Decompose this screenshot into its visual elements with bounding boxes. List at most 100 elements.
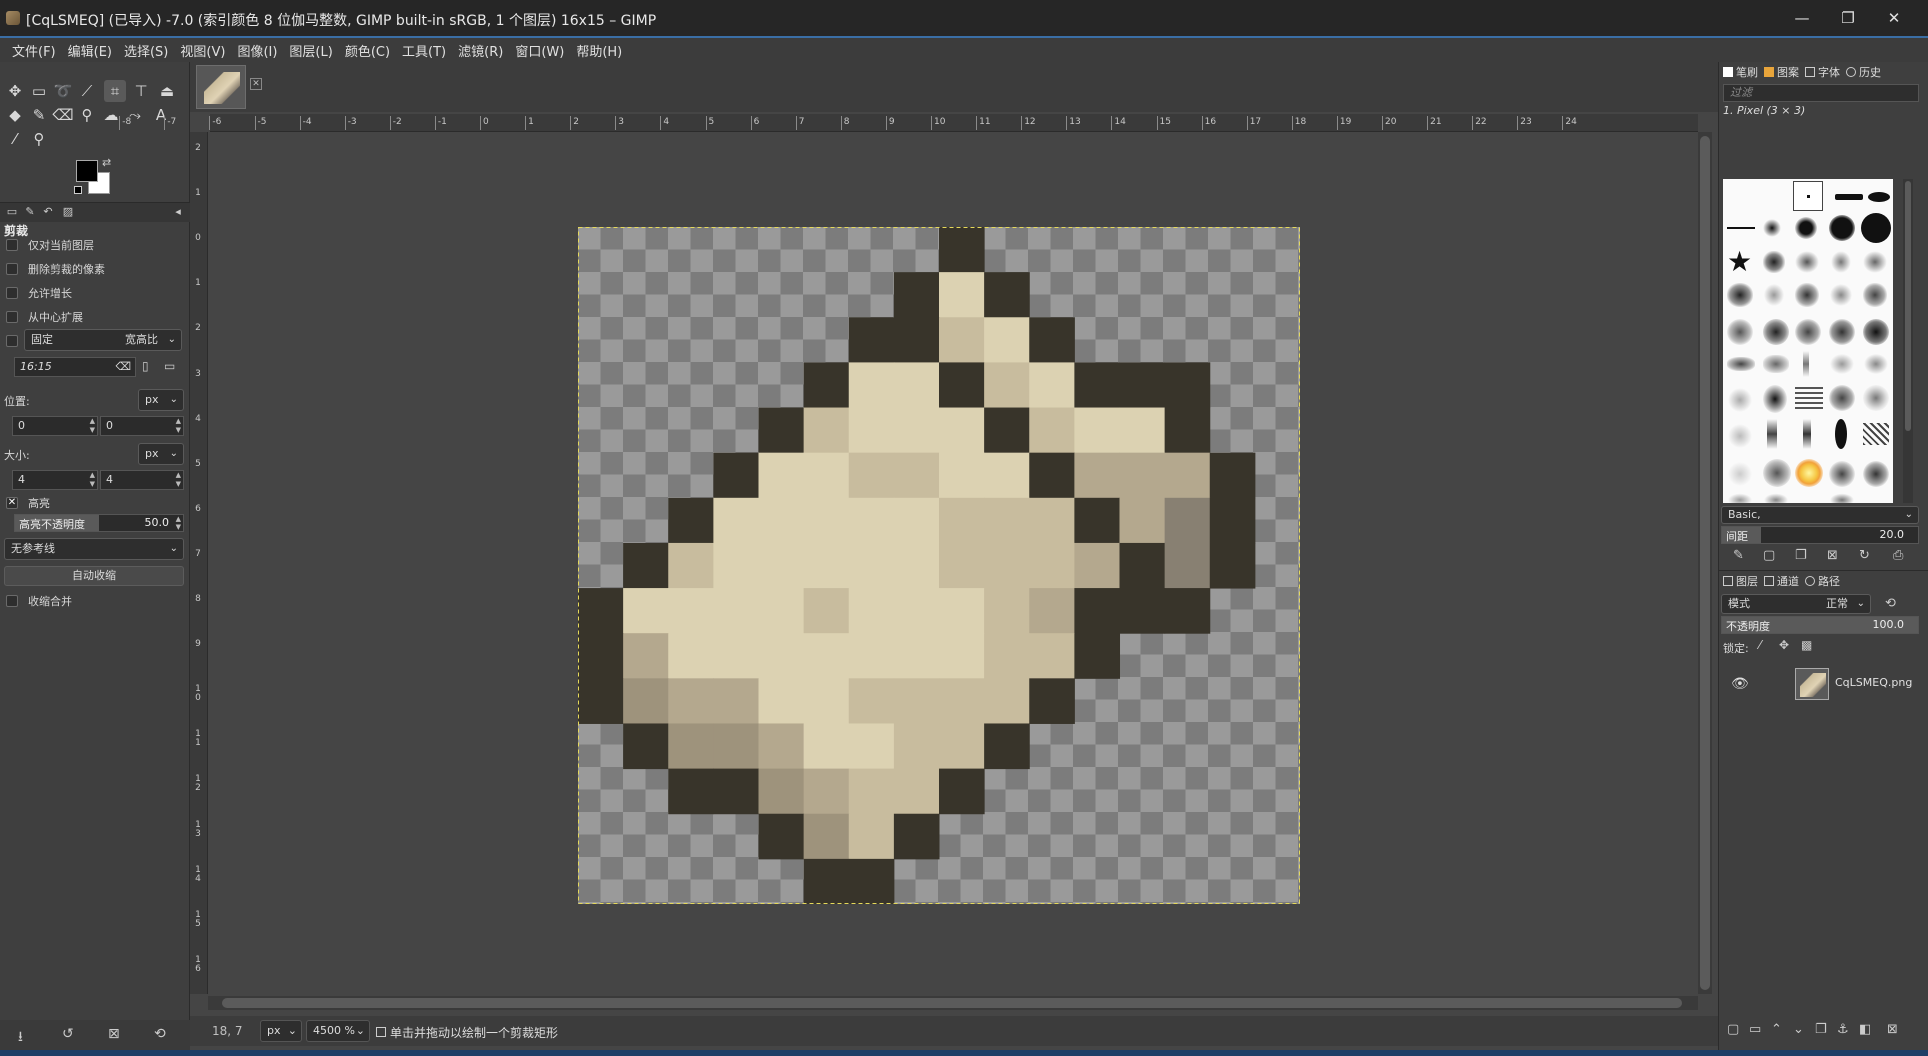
shrink-merged-option[interactable]: 收缩合并 bbox=[6, 592, 72, 610]
menu-tools[interactable]: 工具(T) bbox=[396, 41, 452, 60]
brush-splatter[interactable] bbox=[1763, 251, 1785, 273]
lock-position-icon[interactable]: ✥ bbox=[1779, 638, 1789, 652]
tab-layers[interactable]: 图层 bbox=[1723, 573, 1758, 589]
brush-texture[interactable] bbox=[1795, 251, 1819, 273]
minimize-button[interactable]: — bbox=[1780, 4, 1824, 32]
brush-speckle[interactable] bbox=[1763, 459, 1791, 487]
menu-select[interactable]: 选择(S) bbox=[118, 41, 174, 60]
brush-sponge[interactable] bbox=[1763, 319, 1789, 345]
swap-colors-icon[interactable]: ⇄ bbox=[102, 156, 111, 169]
tab-channels[interactable]: 通道 bbox=[1764, 573, 1799, 589]
composite-mode-icon[interactable]: ⟲ bbox=[1885, 596, 1896, 611]
image-canvas[interactable] bbox=[578, 227, 1300, 904]
brush-grunge[interactable] bbox=[1727, 283, 1753, 307]
brush-charcoal[interactable] bbox=[1863, 353, 1889, 375]
tab-fonts[interactable]: 字体 bbox=[1805, 64, 1840, 80]
clone-tool-icon[interactable]: ⚲ bbox=[76, 104, 98, 126]
position-y-spinner[interactable]: 0 ▲ ▼ bbox=[100, 416, 184, 436]
warp-tool-icon[interactable]: ⏏ bbox=[156, 80, 178, 102]
lock-alpha-icon[interactable]: ▩ bbox=[1801, 638, 1812, 652]
brush-soft-medium[interactable] bbox=[1795, 217, 1817, 239]
brush-acrylic[interactable] bbox=[1863, 385, 1889, 411]
menu-file[interactable]: 文件(F) bbox=[6, 41, 62, 60]
brush-acrylic[interactable] bbox=[1829, 385, 1855, 411]
brush-speckle[interactable] bbox=[1863, 461, 1889, 487]
edit-brush-icon[interactable]: ✎ bbox=[1733, 548, 1744, 563]
spin-arrows-icon[interactable]: ▲ ▼ bbox=[90, 471, 95, 489]
size-height-spinner[interactable]: 4 ▲ ▼ bbox=[100, 470, 184, 490]
layer-mode-combo[interactable]: 模式 正常 ⌄ bbox=[1721, 594, 1871, 614]
eraser-tool-icon[interactable]: ⌫ bbox=[52, 104, 74, 126]
close-button[interactable]: ✕ bbox=[1872, 4, 1916, 32]
configure-tab-icon[interactable]: ◂ bbox=[170, 205, 186, 221]
brush-scroll-thumb[interactable] bbox=[1905, 181, 1911, 431]
open-brush-icon[interactable]: ⎙ bbox=[1893, 548, 1903, 563]
brush-sponge[interactable] bbox=[1863, 319, 1889, 345]
current-layer-only-option[interactable]: 仅对当前图层 bbox=[6, 236, 94, 254]
brush-preset-combo[interactable]: Basic, ⌄ bbox=[1721, 506, 1919, 524]
color-picker-tool-icon[interactable]: ⁄ bbox=[4, 128, 26, 150]
spin-arrows-icon[interactable]: ▲ ▼ bbox=[176, 471, 181, 489]
brush-speckle[interactable] bbox=[1763, 493, 1789, 503]
menu-image[interactable]: 图像(I) bbox=[231, 41, 283, 60]
lower-layer-icon[interactable]: ⌄ bbox=[1793, 1022, 1804, 1037]
menu-edit[interactable]: 编辑(E) bbox=[62, 41, 118, 60]
brush-sponge[interactable] bbox=[1795, 319, 1821, 345]
auto-shrink-button[interactable]: 自动收缩 bbox=[4, 566, 184, 586]
foreground-color-swatch[interactable] bbox=[76, 160, 98, 182]
menu-view[interactable]: 视图(V) bbox=[174, 41, 231, 60]
brush-line[interactable] bbox=[1727, 227, 1755, 229]
canvas-area[interactable] bbox=[208, 132, 1698, 994]
spin-arrows-icon[interactable]: ▲ ▼ bbox=[90, 417, 95, 435]
save-options-icon[interactable]: ⭳ bbox=[18, 1026, 23, 1050]
status-unit-combo[interactable]: px ⌄ bbox=[260, 1020, 302, 1042]
close-tab-icon[interactable]: ✕ bbox=[250, 78, 262, 90]
ratio-field[interactable]: 16:15 ⌫ bbox=[14, 357, 136, 377]
undo-history-tab-icon[interactable]: ↶ bbox=[40, 205, 56, 221]
reset-options-icon[interactable]: ⟲ bbox=[154, 1026, 166, 1042]
brush-speckle[interactable] bbox=[1829, 461, 1855, 487]
brush-hard-large[interactable] bbox=[1861, 213, 1891, 243]
tab-history[interactable]: 历史 bbox=[1846, 64, 1881, 80]
reset-colors-icon[interactable] bbox=[74, 186, 82, 194]
brush-charcoal[interactable] bbox=[1829, 353, 1855, 375]
brush-filter-input[interactable]: 过滤 bbox=[1723, 84, 1919, 102]
new-layer-icon[interactable]: ▢ bbox=[1727, 1022, 1739, 1037]
menu-windows[interactable]: 窗口(W) bbox=[509, 41, 570, 60]
vertical-scrollbar[interactable] bbox=[1698, 132, 1712, 994]
landscape-icon[interactable]: ▭ bbox=[164, 359, 175, 373]
zoom-combo[interactable]: 4500 % ⌄ bbox=[306, 1020, 370, 1042]
brush-sponge[interactable] bbox=[1829, 319, 1855, 345]
brush-texture[interactable] bbox=[1863, 251, 1887, 273]
shrink-merged-checkbox[interactable] bbox=[6, 595, 18, 607]
layer-name[interactable]: CqLSMEQ.png bbox=[1835, 676, 1912, 689]
delete-options-icon[interactable]: ⊠ bbox=[108, 1026, 120, 1042]
brush-lines[interactable] bbox=[1795, 387, 1823, 409]
lock-pixels-icon[interactable]: ⁄ bbox=[1759, 638, 1761, 652]
maximize-button[interactable]: ❐ bbox=[1826, 4, 1870, 32]
brush-chalk[interactable] bbox=[1727, 357, 1755, 371]
brush-grunge[interactable] bbox=[1795, 283, 1819, 307]
layer-mask-icon[interactable]: ◧ bbox=[1859, 1022, 1871, 1037]
spin-arrows-icon[interactable]: ▲ ▼ bbox=[176, 515, 181, 531]
brush-hatch[interactable] bbox=[1863, 423, 1889, 445]
brush-acrylic[interactable] bbox=[1727, 387, 1753, 413]
tab-paths[interactable]: 路径 bbox=[1805, 573, 1840, 589]
brush-speckle[interactable] bbox=[1829, 493, 1855, 503]
restore-options-icon[interactable]: ↺ bbox=[62, 1026, 74, 1042]
brush-grid[interactable]: ★ bbox=[1723, 179, 1893, 503]
size-unit-combo[interactable]: px ⌄ bbox=[138, 443, 184, 465]
menu-colors[interactable]: 颜色(C) bbox=[339, 41, 396, 60]
expand-from-center-option[interactable]: 从中心扩展 bbox=[6, 308, 83, 326]
position-unit-combo[interactable]: px ⌄ bbox=[138, 389, 184, 411]
move-tool-icon[interactable]: ✥ bbox=[4, 80, 26, 102]
brush-texture[interactable] bbox=[1831, 251, 1851, 273]
brush-grunge[interactable] bbox=[1763, 283, 1785, 307]
clear-field-icon[interactable]: ⌫ bbox=[115, 358, 131, 376]
brush-block[interactable] bbox=[1835, 194, 1863, 200]
allow-growing-checkbox[interactable] bbox=[6, 287, 18, 299]
fixed-checkbox[interactable] bbox=[6, 335, 18, 347]
brush-star[interactable]: ★ bbox=[1727, 245, 1752, 278]
delete-cropped-option[interactable]: 删除剪裁的像素 bbox=[6, 260, 105, 278]
brush-sponge[interactable] bbox=[1727, 319, 1753, 345]
